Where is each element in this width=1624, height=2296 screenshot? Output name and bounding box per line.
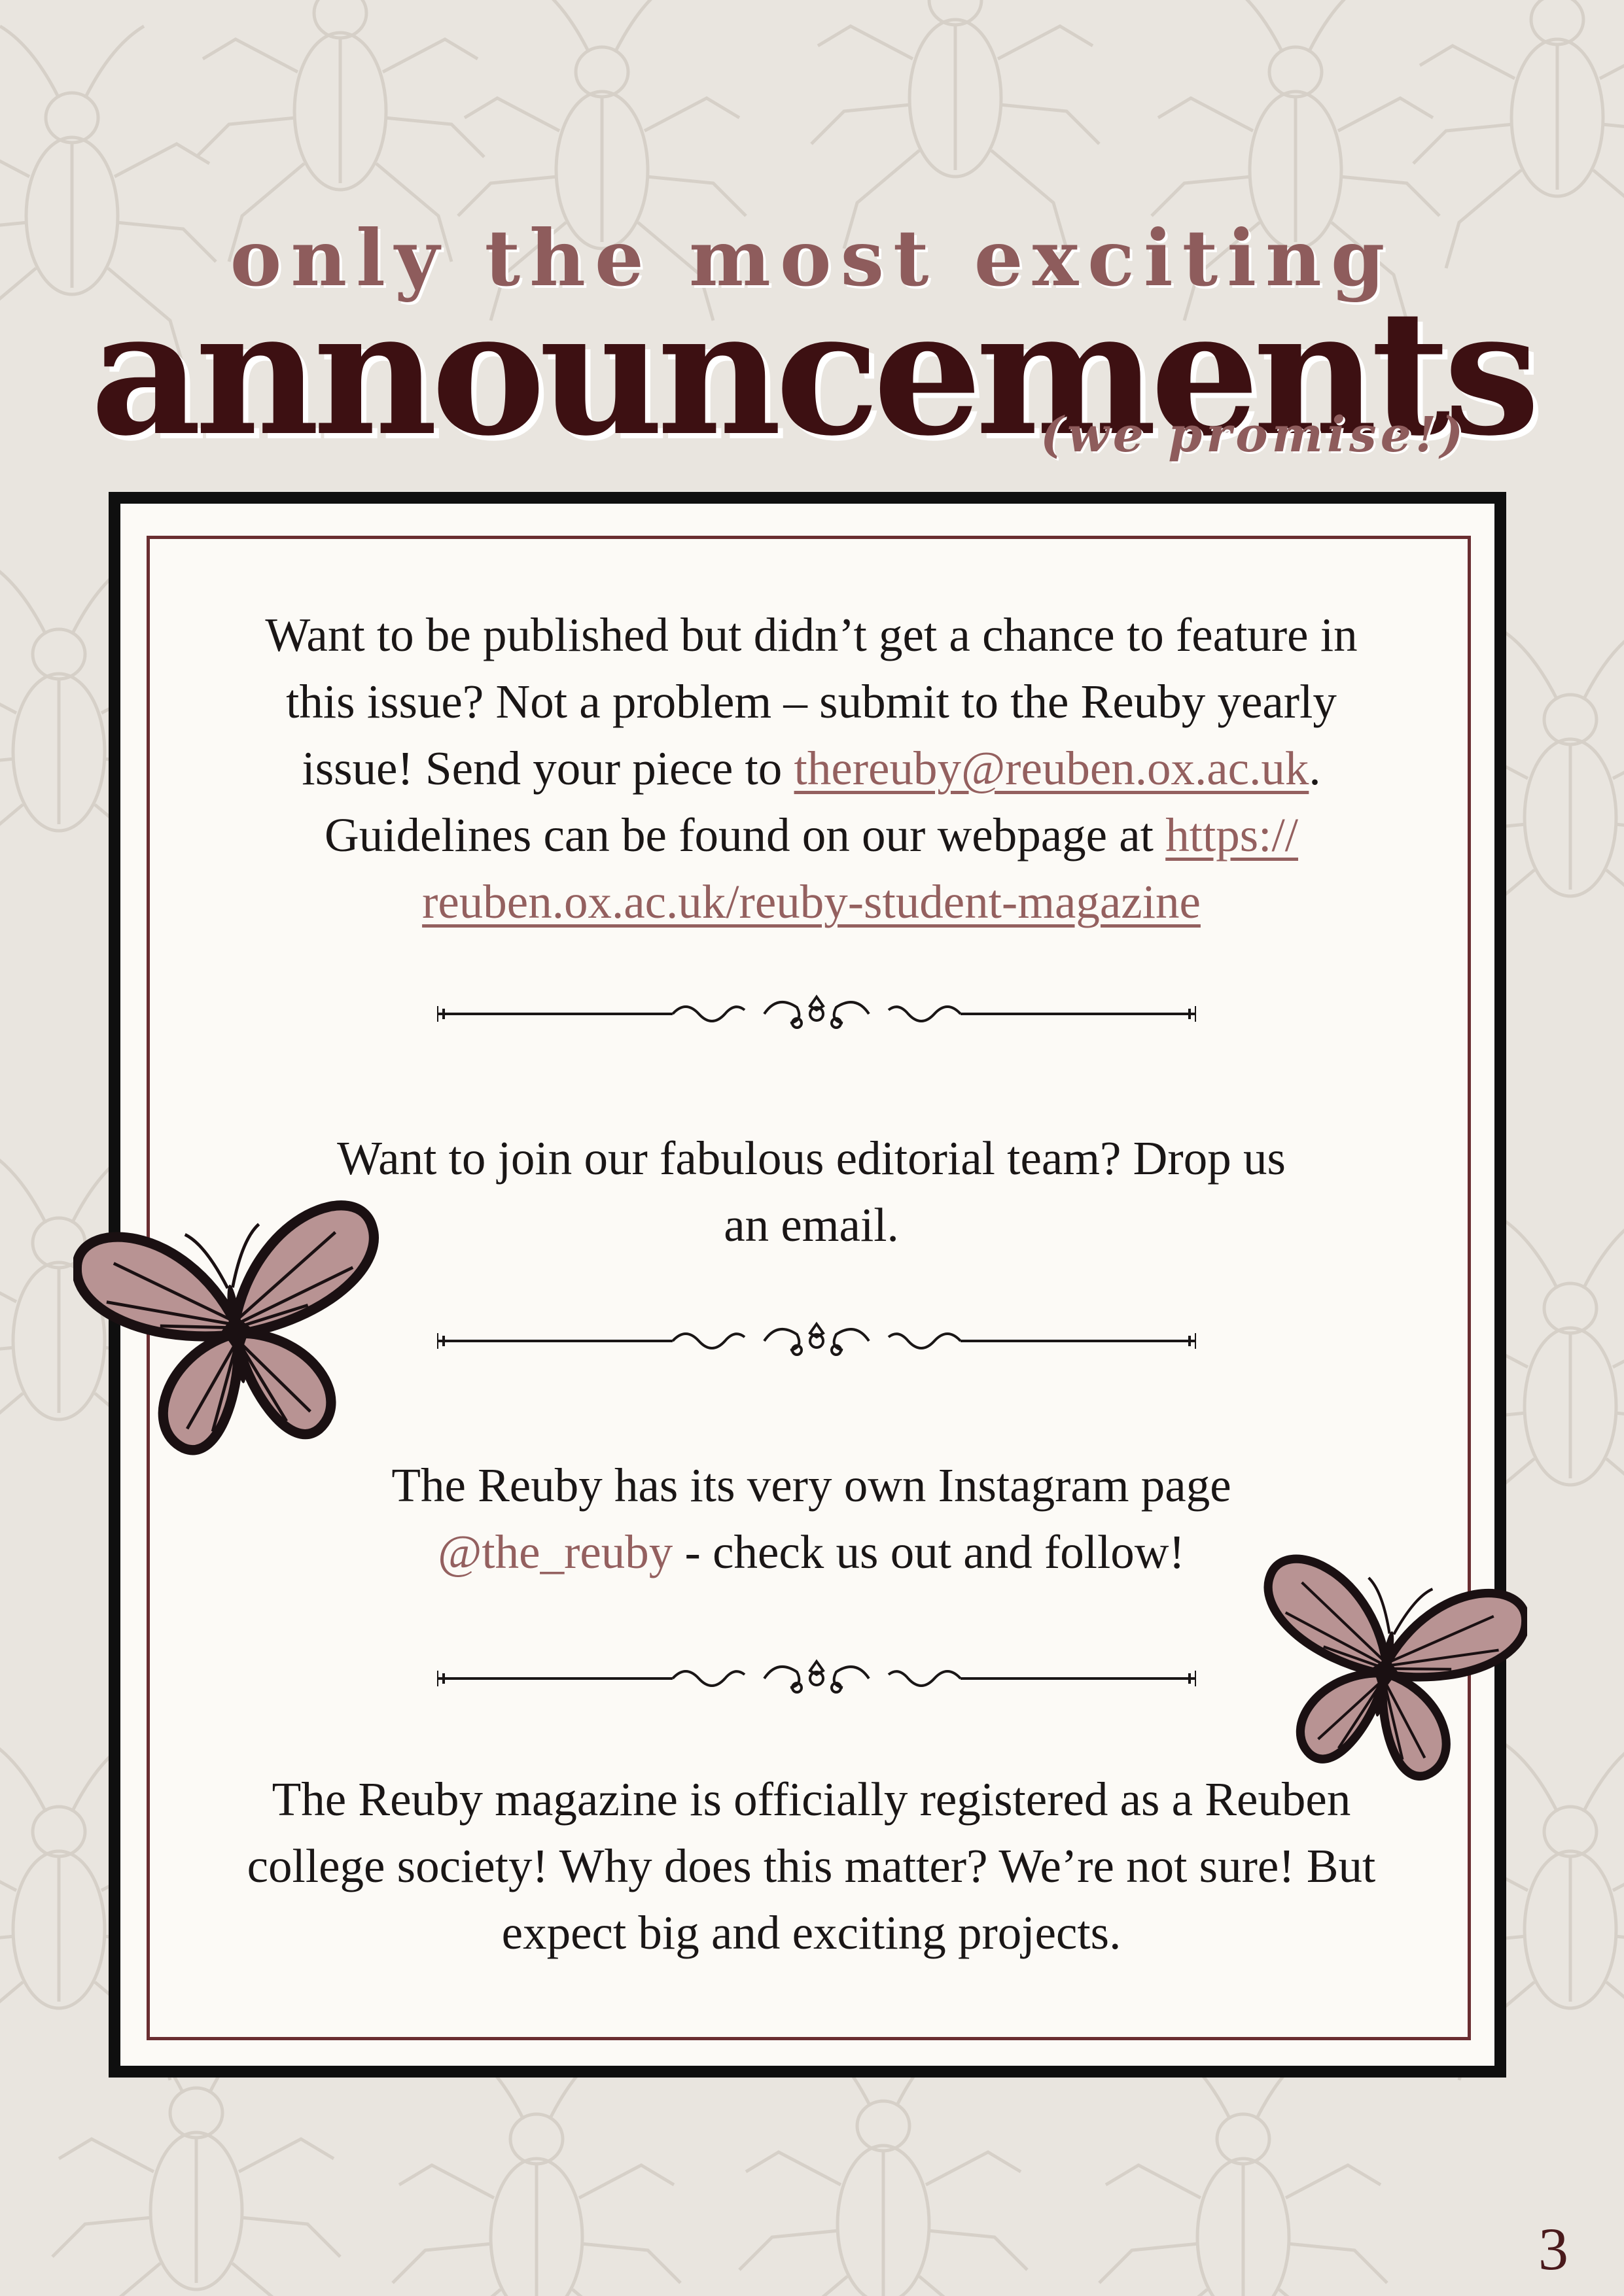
submission-line-4: Guidelines can be found on our webpage a… [170, 802, 1453, 869]
butterfly-icon [73, 1200, 379, 1455]
society-line-2: college society! Why does this matter? W… [247, 1839, 1376, 1892]
editorial-line-1: Want to join our fabulous editorial team… [337, 1132, 1286, 1185]
ornamental-divider-icon [437, 1321, 1196, 1356]
submission-line-3-end: . [1309, 742, 1321, 795]
ornamental-divider-icon [437, 1659, 1196, 1694]
header-subtitle: (we promise!) [1040, 407, 1468, 463]
instagram-handle-link[interactable]: @the_reuby [438, 1525, 673, 1578]
submission-line-1: Want to be published but didn’t get a ch… [265, 608, 1358, 661]
webpage-link-part-2[interactable]: reuben.ox.ac.uk/reuby-student-magazine [422, 875, 1201, 928]
society-line-3: expect big and exciting projects. [501, 1906, 1121, 1959]
submission-line-5: reuben.ox.ac.uk/reuby-student-magazine [170, 869, 1453, 935]
butterfly-icon [1263, 1554, 1527, 1781]
page-number: 3 [1538, 2216, 1568, 2282]
submission-line-2: this issue? Not a problem – submit to th… [286, 675, 1337, 728]
instagram-line-1: The Reuby has its very own Instagram pag… [391, 1459, 1231, 1512]
guidelines-text: Guidelines can be found on our webpage a… [324, 809, 1166, 861]
instagram-line-2-text: - check us out and follow! [673, 1525, 1185, 1578]
ornamental-divider-icon [437, 994, 1196, 1029]
society-announcement: The Reuby magazine is officially registe… [170, 1766, 1453, 1966]
webpage-link-part-1[interactable]: https:// [1165, 809, 1298, 861]
submission-line-3: issue! Send your piece to thereuby@reube… [170, 735, 1453, 802]
submission-announcement: Want to be published but didn’t get a ch… [170, 602, 1453, 935]
submission-email-link[interactable]: thereuby@reuben.ox.ac.uk [794, 742, 1309, 795]
submission-line-3-text: issue! Send your piece to [302, 742, 794, 795]
